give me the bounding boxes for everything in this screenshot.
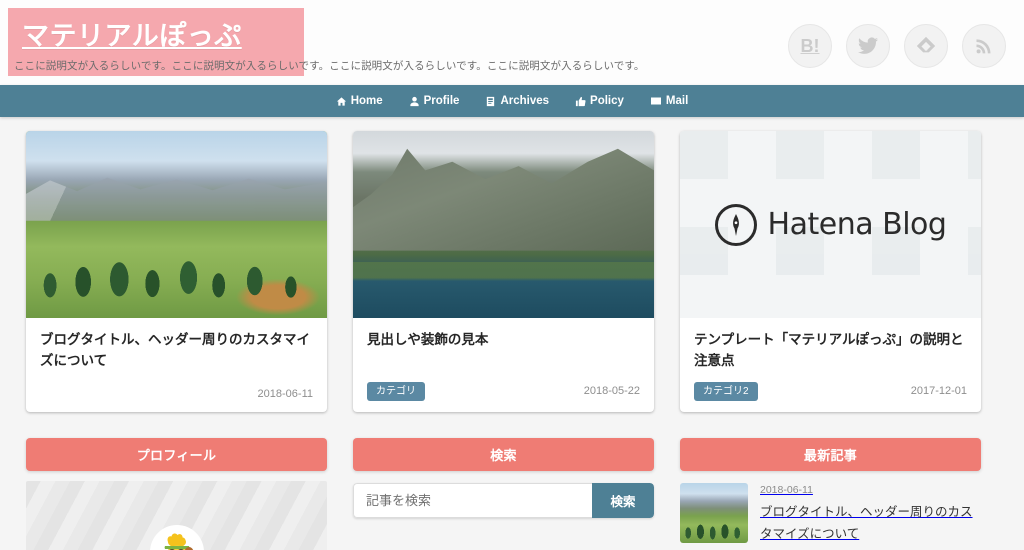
profile-cover [26,480,327,550]
entry-date: 2018-06-11 [257,388,313,401]
recent-entry-title: ブログタイトル、ヘッダー周りのカスタマイズについて [760,504,973,541]
chick-chef-icon [164,533,193,550]
site-title[interactable]: マテリアルぽっぷ [22,14,242,53]
twitter-icon[interactable] [846,24,890,68]
entry-date: 2018-05-22 [583,385,640,398]
widget-search: 検索 検索 [353,437,654,550]
entry-card-grid: ブログタイトル、ヘッダー周りのカスタマイズについて 2018-06-11 見出し… [0,131,1024,412]
widget-recent-entries: 最新記事 2018-06-11 ブログタイトル、ヘッダー周りのカスタマイズについ… [680,437,981,550]
entry-card-body: ブログタイトル、ヘッダー周りのカスタマイズについて [26,318,327,386]
site-header: マテリアルぽっぷ ここに説明文が入るらしいです。ここに説明文が入るらしいです。こ… [0,0,1024,85]
envelope-icon [650,95,662,107]
rss-icon[interactable] [962,24,1006,68]
global-navigation: Home Profile Archives Policy Mail [0,85,1024,117]
recent-entry-list: 2018-06-11 ブログタイトル、ヘッダー周りのカスタマイズについて [680,482,981,546]
nav-item-home[interactable]: Home [336,95,383,107]
hatena-bookmark-icon[interactable]: B! [788,24,832,68]
entry-thumbnail-alpine-meadow[interactable] [26,131,327,318]
feedly-icon[interactable] [904,24,948,68]
widget-profile: プロフィール [26,437,327,550]
entry-card[interactable]: 見出しや装飾の見本 カテゴリ 2018-05-22 [353,131,654,412]
pen-nib-icon [714,203,757,246]
entry-thumbnail-hatena-logo[interactable]: Hatena Blog [680,131,981,318]
entry-date: 2017-12-01 [910,385,967,398]
entry-title[interactable]: テンプレート「マテリアルぽっぷ」の説明と注意点 [694,330,967,372]
search-form: 検索 [353,482,654,518]
widget-recent-heading: 最新記事 [680,437,981,471]
nav-item-policy-label: Policy [590,95,624,107]
nav-item-archives-label: Archives [500,95,550,107]
main-content: ブログタイトル、ヘッダー周りのカスタマイズについて 2018-06-11 見出し… [0,117,1024,550]
entry-card-body: テンプレート「マテリアルぽっぷ」の説明と注意点 [680,318,981,380]
nav-item-archives[interactable]: Archives [485,95,549,107]
nav-item-mail[interactable]: Mail [650,95,688,107]
hatena-blog-logo: Hatena Blog [714,203,947,246]
search-button[interactable]: 検索 [592,482,654,518]
recent-entry-item[interactable]: 2018-06-11 ブログタイトル、ヘッダー周りのカスタマイズについて [680,482,981,546]
avatar[interactable] [149,524,204,550]
nav-item-home-label: Home [350,95,383,107]
recent-entry-thumbnail [680,482,748,543]
entry-card-body: 見出しや装飾の見本 [353,318,654,380]
entry-category-tag[interactable]: カテゴリ [367,381,425,401]
site-description: ここに説明文が入るらしいです。ここに説明文が入るらしいです。ここに説明文が入るら… [14,60,645,72]
nav-item-profile[interactable]: Profile [409,95,460,107]
hatena-blog-wordmark: Hatena Blog [767,207,947,242]
entry-title[interactable]: 見出しや装飾の見本 [367,330,640,351]
social-links: B! [788,24,1006,68]
entry-thumbnail-mountain-lake[interactable] [353,131,654,318]
widget-search-heading: 検索 [353,437,654,471]
nav-item-mail-label: Mail [665,95,689,107]
recent-entry-meta: 2018-06-11 ブログタイトル、ヘッダー周りのカスタマイズについて [760,483,981,546]
widget-grid: プロフィール 検索 記事を検索 検索 最新記事 2018-06-11 ブログタイ… [0,412,1024,550]
widget-profile-heading: プロフィール [26,437,327,471]
entry-title[interactable]: ブログタイトル、ヘッダー周りのカスタマイズについて [40,330,313,372]
entry-card[interactable]: ブログタイトル、ヘッダー周りのカスタマイズについて 2018-06-11 [26,131,327,412]
search-input[interactable] [353,482,592,518]
recent-entry-date: 2018-06-11 [760,483,813,496]
entry-card-footer: カテゴリ2 2017-12-01 [680,380,981,412]
thumbs-up-icon [575,96,586,107]
home-icon [336,96,347,107]
nav-item-profile-label: Profile [423,95,460,107]
user-icon [409,96,420,107]
entry-category-tag[interactable]: カテゴリ2 [694,381,758,401]
entry-card-footer: カテゴリ 2018-05-22 [353,380,654,412]
hatena-bookmark-glyph: B! [800,36,820,56]
nav-item-policy[interactable]: Policy [575,95,624,107]
entry-card[interactable]: Hatena Blog テンプレート「マテリアルぽっぷ」の説明と注意点 カテゴリ… [680,131,981,412]
entry-card-footer: 2018-06-11 [26,386,327,412]
book-icon [485,96,496,107]
